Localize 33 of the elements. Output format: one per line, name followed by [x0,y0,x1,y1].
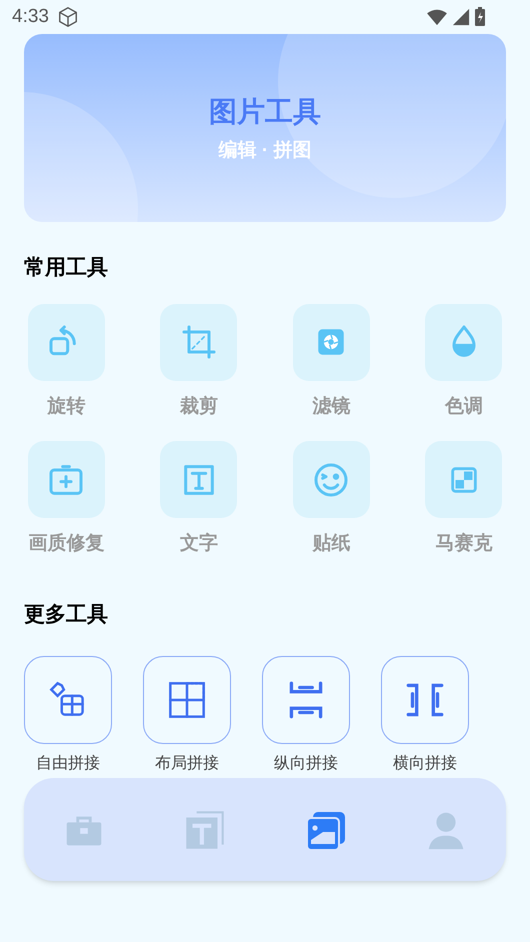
join-label: 纵向拼接 [274,754,338,774]
banner-title: 图片工具 [209,94,321,129]
tool-label: 贴纸 [312,532,350,556]
tool-label: 马赛克 [435,532,492,556]
status-time: 4:33 [12,4,49,29]
tool-button[interactable]: 旋转 [0,304,132,421]
tool-label: 文字 [180,532,218,556]
tool-button[interactable]: 色调 [398,304,530,421]
tool-button[interactable]: 贴纸 [265,441,398,558]
join-tool-button[interactable]: 自由拼接 [24,656,112,776]
join-tool-button[interactable]: 布局拼接 [143,656,231,776]
join-label: 布局拼接 [155,754,219,774]
section-title: 常用工具 [24,255,109,281]
wifi-icon [426,8,448,26]
tool-button[interactable]: 滤镜 [265,304,398,421]
battery-icon [474,7,486,27]
tool-label: 色调 [444,394,483,418]
tool-label: 裁剪 [180,394,218,418]
join-tool-button[interactable]: 纵向拼接 [262,656,350,776]
signal-icon [452,8,470,26]
tool-label: 画质修复 [28,532,104,556]
tool-button[interactable]: 裁剪 [132,304,265,421]
cube-icon [56,6,79,28]
join-label: 自由拼接 [36,754,100,774]
tool-label: 滤镜 [312,394,350,418]
section-title: 更多工具 [24,602,109,628]
tool-button[interactable]: 马赛克 [398,441,530,558]
banner-subtitle: 编辑 · 拼图 [218,138,312,163]
tool-button[interactable]: 画质修复 [0,441,132,558]
tool-label: 旋转 [47,394,86,418]
join-label: 横向拼接 [393,754,457,774]
tool-button[interactable]: 文字 [132,441,265,558]
join-tool-button[interactable]: 横向拼接 [381,656,469,776]
